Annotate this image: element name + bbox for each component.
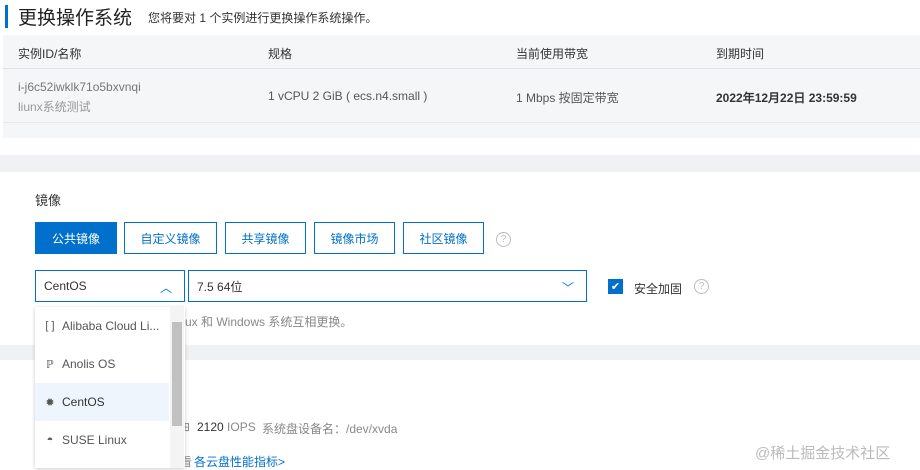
version-select-value: 7.5 64位 — [197, 279, 243, 294]
image-section-label: 镜像 — [35, 193, 62, 208]
disk-iops: 2120 IOPS — [197, 420, 256, 434]
scrollbar-thumb[interactable] — [172, 322, 182, 426]
instance-table: 实例ID/名称 规格 当前使用带宽 到期时间 i-j6c52iwklk71o5b… — [3, 35, 920, 138]
col-bandwidth: 当前使用带宽 — [516, 47, 589, 61]
image-hint: ux 和 Windows 系统互相更换。 — [185, 315, 353, 329]
section-divider — [0, 155, 920, 172]
title-accent-bar — [5, 5, 8, 28]
col-instance: 实例ID/名称 — [18, 47, 82, 61]
instance-name: liunx系统测试 — [18, 100, 91, 114]
tab-shared-image[interactable]: 共享镜像 — [225, 222, 306, 254]
security-checkbox[interactable]: ✔ — [608, 279, 623, 294]
instance-bandwidth: 1 Mbps 按固定带宽 — [516, 91, 619, 105]
page-subtitle: 您将要对 1 个实例进行更换操作系统操作。 — [148, 11, 378, 25]
suse-icon: ◓ — [46, 434, 54, 446]
help-icon[interactable]: ? — [496, 232, 511, 247]
centos-icon: ✹ — [45, 396, 55, 409]
chevron-down-icon: ﹀ — [561, 281, 574, 295]
version-select[interactable]: 7.5 64位 ﹀ — [188, 270, 587, 302]
table-header: 实例ID/名称 规格 当前使用带宽 到期时间 — [3, 35, 920, 69]
iops-unit: IOPS — [227, 420, 256, 434]
dropdown-scrollbar[interactable] — [170, 307, 184, 468]
instance-spec: 1 vCPU 2 GiB ( ecs.n4.small ) — [268, 89, 428, 103]
disk-performance-link[interactable]: 各云盘性能指标> — [194, 453, 285, 470]
option-centos[interactable]: ✹ CentOS — [35, 383, 169, 421]
iops-value: 2120 — [197, 420, 224, 434]
table-row: i-j6c52iwklk71o5bxvnqi liunx系统测试 1 vCPU … — [3, 69, 920, 123]
tab-public-image[interactable]: 公共镜像 — [35, 222, 117, 254]
tab-custom-image[interactable]: 自定义镜像 — [124, 222, 217, 254]
col-spec: 规格 — [268, 47, 293, 61]
os-dropdown: [ ] Alibaba Cloud Li... ℙ Anolis OS ✹ CentO… — [35, 307, 185, 468]
option-suse-linux[interactable]: ◓ SUSE Linux — [35, 421, 169, 459]
option-label: CentOS — [62, 395, 105, 409]
security-label: 安全加固 — [634, 282, 683, 296]
option-label: SUSE Linux — [62, 433, 127, 447]
instance-id: i-j6c52iwklk71o5bxvnqi — [18, 80, 141, 94]
os-select-value: CentOS — [44, 279, 87, 293]
col-expire: 到期时间 — [716, 47, 765, 61]
option-label: Anolis OS — [62, 357, 116, 371]
alibaba-cloud-icon: [ ] — [45, 320, 55, 332]
option-anolis-os[interactable]: ℙ Anolis OS — [35, 345, 169, 383]
tab-image-market[interactable]: 镜像市场 — [314, 222, 395, 254]
option-alibaba-cloud-linux[interactable]: [ ] Alibaba Cloud Li... — [35, 307, 169, 345]
security-help-icon[interactable]: ? — [694, 279, 709, 294]
os-select[interactable]: CentOS ︿ — [35, 270, 185, 302]
anolis-icon: ℙ — [46, 358, 54, 371]
chevron-up-icon: ︿ — [159, 281, 172, 295]
watermark: @稀土掘金技术社区 — [755, 445, 891, 462]
instance-expire: 2022年12月22日 23:59:59 — [716, 91, 857, 105]
tab-community-image[interactable]: 社区镜像 — [403, 222, 484, 254]
disk-device: 系统盘设备名：/dev/xvda — [262, 422, 398, 436]
page-title: 更换操作系统 — [18, 8, 133, 29]
option-label: Alibaba Cloud Li... — [62, 319, 160, 333]
